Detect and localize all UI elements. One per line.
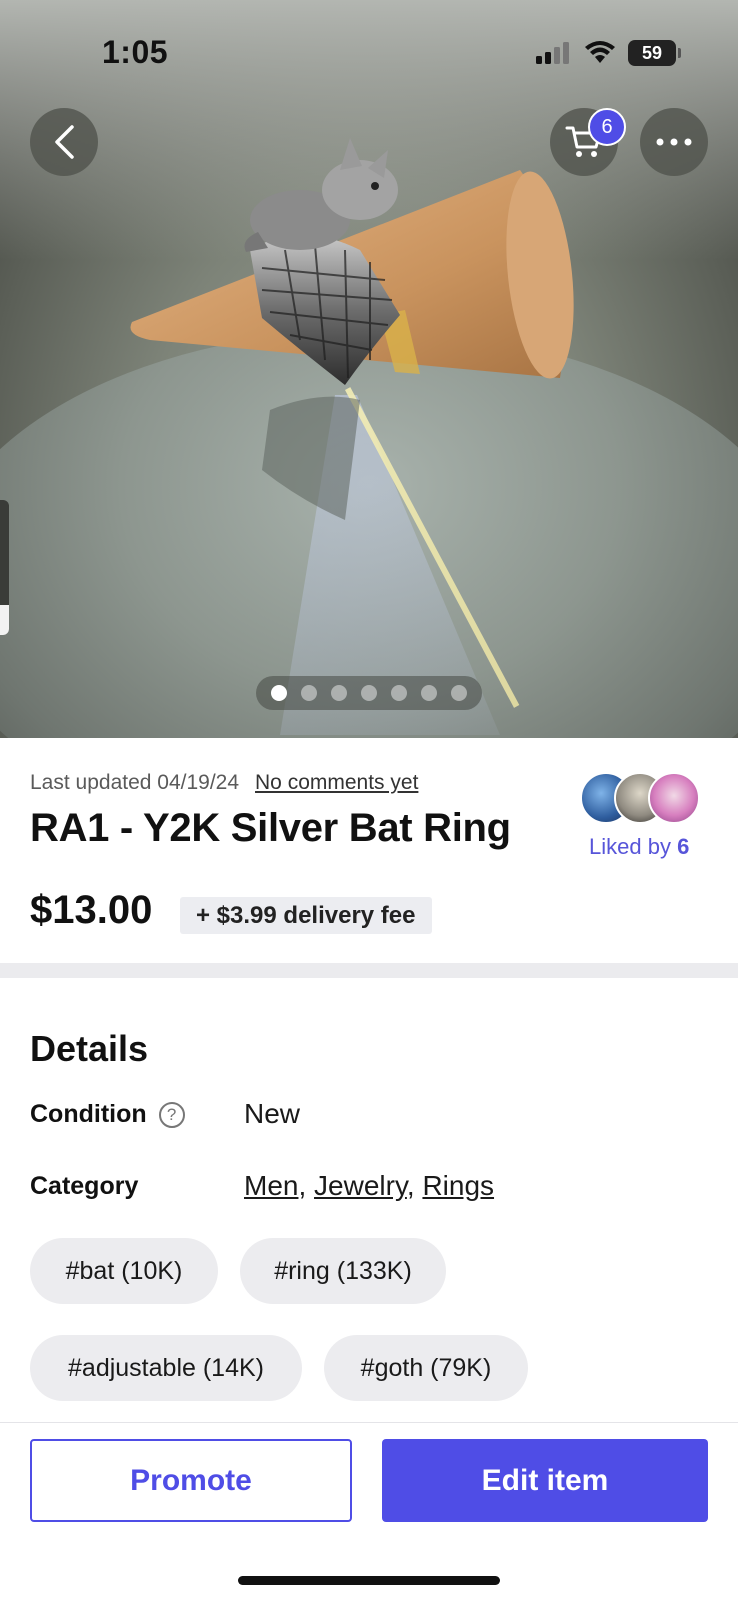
help-icon[interactable]: ? (158, 1101, 185, 1128)
pager-dot-7[interactable] (451, 685, 467, 701)
promote-button[interactable]: Promote (30, 1439, 352, 1522)
category-label: Category (30, 1172, 139, 1200)
listing-meta: Last updated 04/19/24 No comments yet (30, 771, 418, 795)
price: $13.00 (30, 888, 153, 932)
pager-dot-1[interactable] (271, 685, 287, 701)
product-image[interactable] (0, 0, 738, 738)
condition-value: New (244, 1098, 301, 1129)
pager-dot-2[interactable] (301, 685, 317, 701)
listing-title: RA1 - Y2K Silver Bat Ring (30, 806, 511, 850)
category-link-men[interactable]: Men (244, 1170, 298, 1201)
bat-ring-picture (130, 138, 574, 520)
tag-chip[interactable]: #ring (133K) (240, 1238, 446, 1304)
status-time: 1:05 (102, 34, 169, 70)
tag-chip[interactable]: #adjustable (14K) (30, 1335, 302, 1401)
signal-icon (536, 42, 569, 64)
condition-label-text: Condition (30, 1100, 147, 1128)
pager-dot-5[interactable] (391, 685, 407, 701)
likers-avatars[interactable] (580, 772, 704, 824)
category-links: Men, Jewelry, Rings (244, 1170, 495, 1201)
category-link-jewelry[interactable]: Jewelry (314, 1170, 407, 1201)
tag-chip[interactable]: #bat (10K) (30, 1238, 218, 1304)
category-link-rings[interactable]: Rings (422, 1170, 494, 1201)
status-bar: 1:05 59 (0, 0, 738, 110)
cart-count-badge: 6 (588, 108, 626, 146)
status-icons: 59 (536, 40, 681, 66)
last-updated: Last updated 04/19/24 (30, 771, 240, 794)
delivery-fee-badge: + $3.99 delivery fee (180, 897, 432, 934)
back-button[interactable] (30, 108, 98, 176)
condition-label: Condition ? (30, 1100, 185, 1129)
side-handle[interactable] (0, 500, 9, 635)
liked-count: 6 (677, 834, 690, 859)
liked-by-link[interactable]: Liked by 6 (589, 834, 689, 860)
comments-link[interactable]: No comments yet (255, 771, 418, 795)
pager-dot-3[interactable] (331, 685, 347, 701)
more-dots-icon (656, 138, 692, 146)
liked-by-label: Liked by (589, 834, 671, 859)
image-pager[interactable] (256, 676, 482, 710)
chevron-left-icon (55, 125, 74, 159)
battery-icon: 59 (628, 40, 681, 66)
tag-chip[interactable]: #goth (79K) (324, 1335, 528, 1401)
avatar (648, 772, 700, 824)
wifi-icon (585, 41, 615, 63)
home-indicator[interactable] (238, 1576, 500, 1585)
pager-dot-6[interactable] (421, 685, 437, 701)
section-divider (0, 963, 738, 978)
more-options-button[interactable] (640, 108, 708, 176)
pager-dot-4[interactable] (361, 685, 377, 701)
details-heading: Details (30, 1028, 149, 1069)
edit-item-button[interactable]: Edit item (382, 1439, 708, 1522)
